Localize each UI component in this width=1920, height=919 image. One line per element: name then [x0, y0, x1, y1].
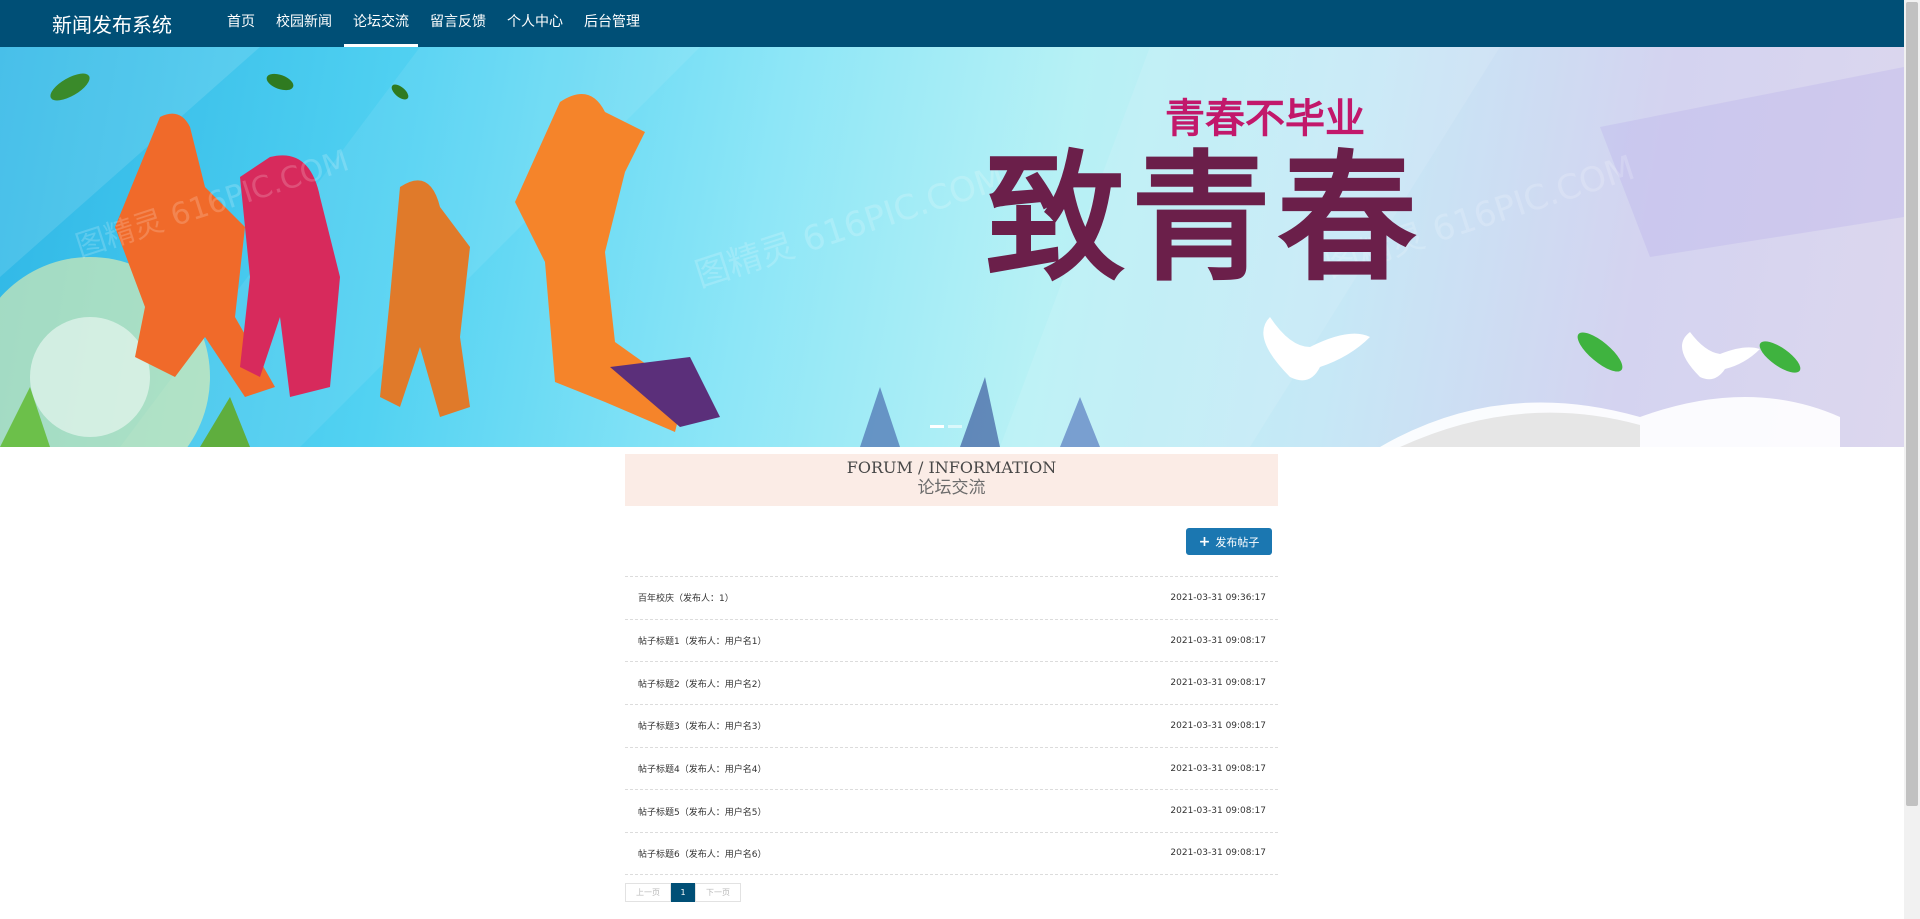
- section-title-cn: 论坛交流: [917, 478, 986, 498]
- prev-page-button[interactable]: 上一页: [625, 883, 671, 902]
- post-title[interactable]: 帖子标题5（发布人：用户名5）: [638, 805, 766, 818]
- post-title[interactable]: 帖子标题2（发布人：用户名2）: [638, 677, 766, 690]
- post-time: 2021-03-31 09:08:17: [1170, 848, 1266, 859]
- carousel-dot[interactable]: [930, 425, 944, 428]
- list-item[interactable]: 帖子标题3（发布人：用户名3） 2021-03-31 09:08:17: [625, 704, 1278, 747]
- hero-banner[interactable]: 图精灵 616PIC.COM 图精灵 616PIC.COM 图精灵 616PIC…: [0, 47, 1904, 447]
- new-post-label: 发布帖子: [1215, 535, 1260, 549]
- post-time: 2021-03-31 09:08:17: [1170, 763, 1266, 774]
- nav-item-forum[interactable]: 论坛交流: [344, 0, 418, 47]
- post-list: 百年校庆（发布人：1） 2021-03-31 09:36:17 帖子标题1（发布…: [625, 576, 1278, 875]
- watermark-text: 图精灵 616PIC.COM: [690, 158, 1009, 296]
- dove-illustration: [1263, 317, 1760, 381]
- banner-artwork: 图精灵 616PIC.COM 图精灵 616PIC.COM 图精灵 616PIC…: [0, 47, 1904, 447]
- post-title[interactable]: 百年校庆（发布人：1）: [638, 591, 734, 604]
- carousel-indicators: [930, 425, 962, 428]
- book-illustration: [1380, 397, 1840, 447]
- list-item[interactable]: 帖子标题5（发布人：用户名5） 2021-03-31 09:08:17: [625, 789, 1278, 832]
- section-heading: FORUM / INFORMATION 论坛交流: [625, 454, 1278, 506]
- list-item[interactable]: 帖子标题6（发布人：用户名6） 2021-03-31 09:08:17: [625, 832, 1278, 875]
- list-item[interactable]: 帖子标题4（发布人：用户名4） 2021-03-31 09:08:17: [625, 746, 1278, 790]
- post-time: 2021-03-31 09:08:17: [1170, 678, 1266, 689]
- post-title[interactable]: 帖子标题6（发布人：用户名6）: [638, 847, 766, 860]
- post-title[interactable]: 帖子标题1（发布人：用户名1）: [638, 634, 766, 647]
- page-scrollbar[interactable]: [1904, 0, 1920, 919]
- banner-subheadline: 青春不毕业: [1165, 95, 1365, 142]
- top-navbar: 新闻发布系统 首页 校园新闻 论坛交流 留言反馈 个人中心 后台管理: [0, 0, 1904, 47]
- post-title[interactable]: 帖子标题3（发布人：用户名3）: [638, 719, 766, 732]
- post-time: 2021-03-31 09:08:17: [1170, 720, 1266, 731]
- post-title[interactable]: 帖子标题4（发布人：用户名4）: [638, 762, 766, 775]
- next-page-button[interactable]: 下一页: [695, 883, 741, 902]
- new-post-button[interactable]: + 发布帖子: [1186, 528, 1272, 555]
- nav-item-user-center[interactable]: 个人中心: [498, 0, 572, 47]
- pagination: 上一页 1 下一页: [625, 883, 741, 902]
- nav-item-admin[interactable]: 后台管理: [575, 0, 649, 47]
- banner-headline: 致青春: [985, 137, 1423, 301]
- list-item[interactable]: 帖子标题1（发布人：用户名1） 2021-03-31 09:08:17: [625, 618, 1278, 662]
- section-title-en: FORUM / INFORMATION: [846, 458, 1057, 477]
- nav-item-campus-news[interactable]: 校园新闻: [267, 0, 341, 47]
- post-time: 2021-03-31 09:08:17: [1170, 635, 1266, 646]
- list-item[interactable]: 帖子标题2（发布人：用户名2） 2021-03-31 09:08:17: [625, 661, 1278, 704]
- main-nav: 首页 校园新闻 论坛交流 留言反馈 个人中心 后台管理: [218, 0, 652, 47]
- post-time: 2021-03-31 09:36:17: [1170, 592, 1266, 603]
- nav-item-feedback[interactable]: 留言反馈: [421, 0, 495, 47]
- scrollbar-thumb[interactable]: [1906, 2, 1918, 806]
- carousel-dot[interactable]: [948, 425, 962, 428]
- post-time: 2021-03-31 09:08:17: [1170, 806, 1266, 817]
- nav-item-home[interactable]: 首页: [218, 0, 264, 47]
- page-number-button[interactable]: 1: [671, 883, 695, 902]
- list-item[interactable]: 百年校庆（发布人：1） 2021-03-31 09:36:17: [625, 576, 1278, 619]
- site-brand[interactable]: 新闻发布系统: [52, 9, 172, 38]
- plus-icon: +: [1198, 533, 1211, 550]
